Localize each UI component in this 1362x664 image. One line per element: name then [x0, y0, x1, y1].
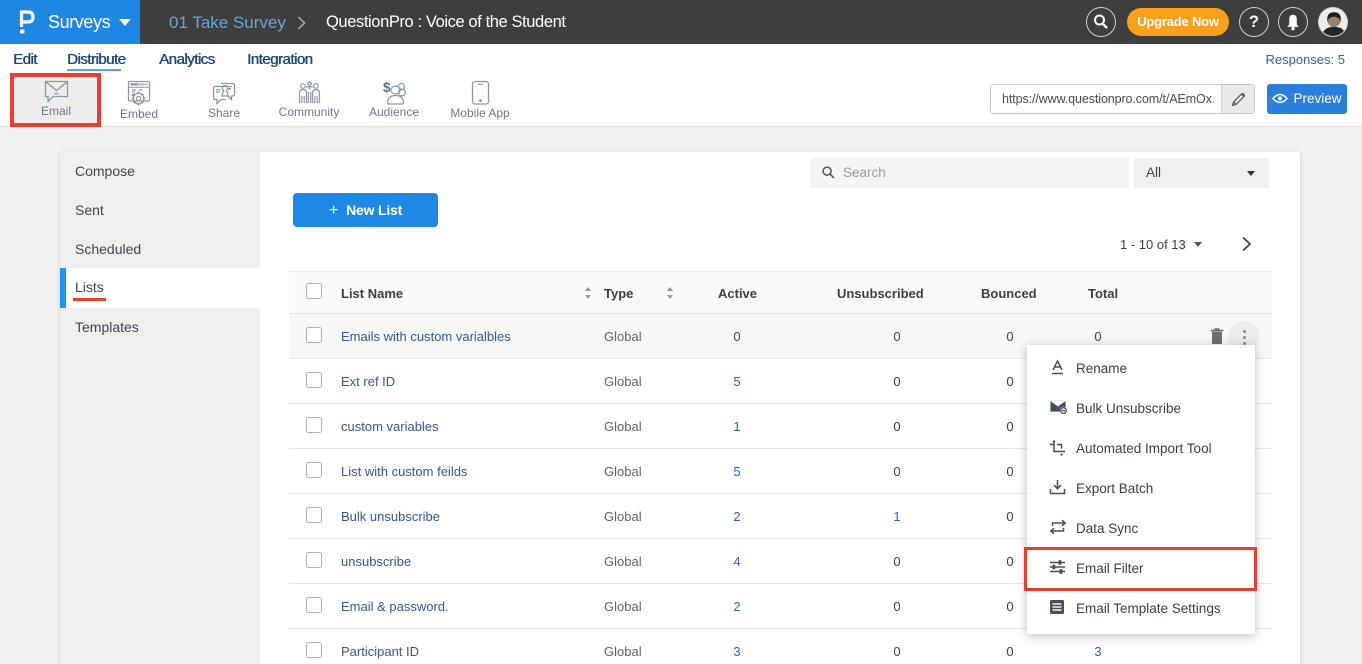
- svg-text:$: $: [383, 80, 391, 95]
